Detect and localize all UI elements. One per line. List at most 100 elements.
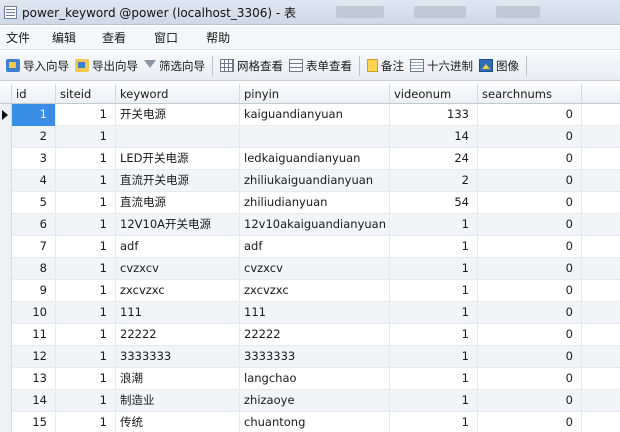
cell-videonum[interactable]: 1 — [390, 390, 478, 412]
cell-siteid[interactable]: 1 — [56, 368, 116, 390]
cell-siteid[interactable]: 1 — [56, 148, 116, 170]
image-button[interactable]: 图像 — [476, 55, 522, 77]
cell-keyword[interactable]: 传统 — [116, 412, 240, 432]
cell-siteid[interactable]: 1 — [56, 214, 116, 236]
cell-siteid[interactable]: 1 — [56, 192, 116, 214]
row-indicator[interactable] — [0, 324, 12, 346]
blurred-tab[interactable] — [496, 6, 541, 18]
cell-pinyin[interactable]: zxcvzxc — [240, 280, 390, 302]
row-indicator[interactable] — [0, 302, 12, 324]
cell-id[interactable]: 9 — [12, 280, 56, 302]
row-indicator[interactable] — [0, 390, 12, 412]
cell-id[interactable]: 2 — [12, 126, 56, 148]
cell-keyword[interactable]: cvzxcv — [116, 258, 240, 280]
cell-pinyin[interactable]: langchao — [240, 368, 390, 390]
cell-pinyin[interactable]: kaiguandianyuan — [240, 104, 390, 126]
cell-id[interactable]: 8 — [12, 258, 56, 280]
cell-pinyin[interactable]: 22222 — [240, 324, 390, 346]
filter-wizard-button[interactable]: 筛选向导 — [141, 55, 208, 77]
table-row[interactable]: 7 1 adf adf 1 0 — [0, 236, 620, 258]
menu-view[interactable]: 查看 — [98, 29, 130, 46]
cell-pinyin[interactable]: 12v10akaiguandianyuan — [240, 214, 390, 236]
cell-id[interactable]: 6 — [12, 214, 56, 236]
row-indicator[interactable] — [0, 368, 12, 390]
cell-pinyin[interactable] — [240, 126, 390, 148]
row-indicator[interactable] — [0, 126, 12, 148]
blurred-tab[interactable] — [336, 6, 385, 18]
cell-videonum[interactable]: 1 — [390, 258, 478, 280]
export-wizard-button[interactable]: 导出向导 — [72, 55, 141, 77]
cell-id[interactable]: 13 — [12, 368, 56, 390]
row-indicator[interactable] — [0, 170, 12, 192]
cell-searchnums[interactable]: 0 — [478, 170, 582, 192]
column-header-searchnums[interactable]: searchnums — [478, 84, 582, 104]
cell-keyword[interactable]: 直流电源 — [116, 192, 240, 214]
column-header-videonum[interactable]: videonum — [390, 84, 478, 104]
cell-keyword[interactable] — [116, 126, 240, 148]
menu-window[interactable]: 窗口 — [150, 29, 182, 46]
cell-id[interactable]: 15 — [12, 412, 56, 432]
row-indicator[interactable] — [0, 258, 12, 280]
cell-videonum[interactable]: 1 — [390, 324, 478, 346]
cell-siteid[interactable]: 1 — [56, 280, 116, 302]
cell-videonum[interactable]: 1 — [390, 214, 478, 236]
cell-searchnums[interactable]: 0 — [478, 258, 582, 280]
row-indicator[interactable] — [0, 148, 12, 170]
cell-id[interactable]: 14 — [12, 390, 56, 412]
cell-searchnums[interactable]: 0 — [478, 390, 582, 412]
table-row[interactable]: 1 1 开关电源 kaiguandianyuan 133 0 — [0, 104, 620, 126]
table-row[interactable]: 11 1 22222 22222 1 0 — [0, 324, 620, 346]
cell-keyword[interactable]: 浪潮 — [116, 368, 240, 390]
cell-keyword[interactable]: 22222 — [116, 324, 240, 346]
cell-searchnums[interactable]: 0 — [478, 368, 582, 390]
cell-pinyin[interactable]: ledkaiguandianyuan — [240, 148, 390, 170]
cell-id[interactable]: 10 — [12, 302, 56, 324]
table-row[interactable]: 2 1 14 0 — [0, 126, 620, 148]
cell-searchnums[interactable]: 0 — [478, 324, 582, 346]
cell-searchnums[interactable]: 0 — [478, 236, 582, 258]
cell-keyword[interactable]: LED开关电源 — [116, 148, 240, 170]
cell-videonum[interactable]: 1 — [390, 346, 478, 368]
cell-searchnums[interactable]: 0 — [478, 192, 582, 214]
column-header-siteid[interactable]: siteid — [56, 84, 116, 104]
cell-searchnums[interactable]: 0 — [478, 214, 582, 236]
cell-siteid[interactable]: 1 — [56, 412, 116, 432]
table-row[interactable]: 3 1 LED开关电源 ledkaiguandianyuan 24 0 — [0, 148, 620, 170]
column-header-pinyin[interactable]: pinyin — [240, 84, 390, 104]
cell-pinyin[interactable]: zhiliukaiguandianyuan — [240, 170, 390, 192]
blurred-tab[interactable] — [414, 6, 467, 18]
cell-siteid[interactable]: 1 — [56, 236, 116, 258]
menu-edit[interactable]: 编辑 — [48, 29, 80, 46]
cell-videonum[interactable]: 2 — [390, 170, 478, 192]
cell-id[interactable]: 1 — [12, 104, 56, 126]
row-indicator[interactable] — [0, 412, 12, 432]
cell-keyword[interactable]: 111 — [116, 302, 240, 324]
cell-keyword[interactable]: 直流开关电源 — [116, 170, 240, 192]
memo-button[interactable]: 备注 — [364, 55, 407, 77]
cell-id[interactable]: 7 — [12, 236, 56, 258]
cell-searchnums[interactable]: 0 — [478, 104, 582, 126]
cell-pinyin[interactable]: zhizaoye — [240, 390, 390, 412]
cell-id[interactable]: 5 — [12, 192, 56, 214]
cell-keyword[interactable]: 开关电源 — [116, 104, 240, 126]
cell-pinyin[interactable]: zhiliudianyuan — [240, 192, 390, 214]
cell-videonum[interactable]: 133 — [390, 104, 478, 126]
table-row[interactable]: 5 1 直流电源 zhiliudianyuan 54 0 — [0, 192, 620, 214]
cell-videonum[interactable]: 24 — [390, 148, 478, 170]
table-row[interactable]: 8 1 cvzxcv cvzxcv 1 0 — [0, 258, 620, 280]
table-row[interactable]: 6 1 12V10A开关电源 12v10akaiguandianyuan 1 0 — [0, 214, 620, 236]
cell-keyword[interactable]: adf — [116, 236, 240, 258]
row-indicator[interactable] — [0, 236, 12, 258]
table-row[interactable]: 13 1 浪潮 langchao 1 0 — [0, 368, 620, 390]
cell-videonum[interactable]: 14 — [390, 126, 478, 148]
hex-button[interactable]: 十六进制 — [407, 55, 476, 77]
cell-searchnums[interactable]: 0 — [478, 412, 582, 432]
grid-view-button[interactable]: 网格查看 — [217, 55, 286, 77]
menu-help[interactable]: 帮助 — [202, 29, 234, 46]
cell-siteid[interactable]: 1 — [56, 302, 116, 324]
column-header-id[interactable]: id — [12, 84, 56, 104]
table-row[interactable]: 4 1 直流开关电源 zhiliukaiguandianyuan 2 0 — [0, 170, 620, 192]
cell-videonum[interactable]: 54 — [390, 192, 478, 214]
cell-id[interactable]: 3 — [12, 148, 56, 170]
cell-videonum[interactable]: 1 — [390, 302, 478, 324]
